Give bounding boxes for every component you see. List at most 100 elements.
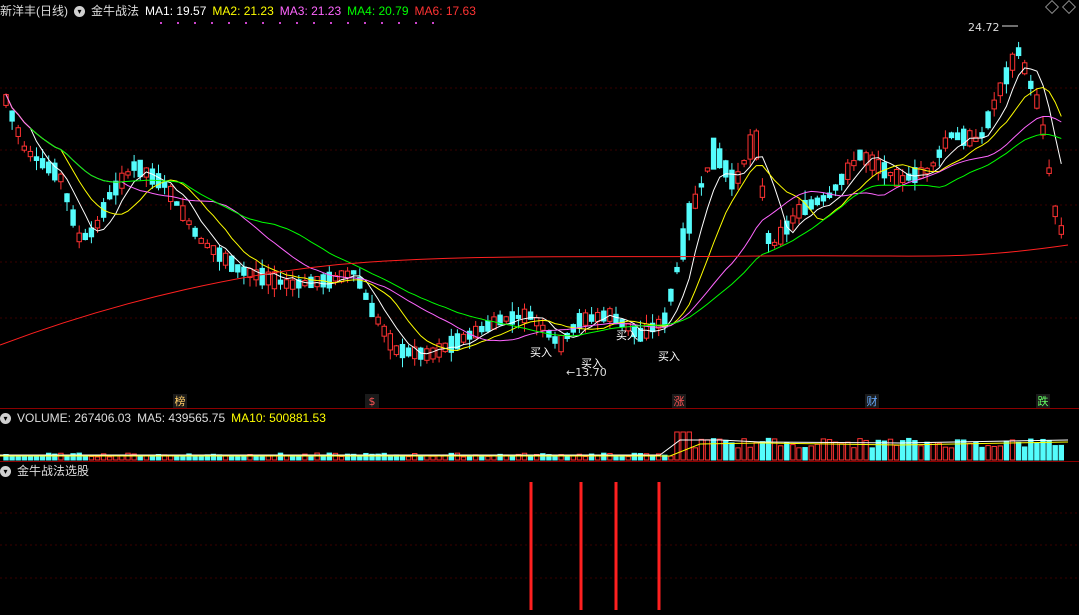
volume-bar [704, 439, 711, 461]
candle-body [64, 193, 70, 203]
ma2-line [5, 86, 1062, 352]
volume-bar [808, 445, 814, 461]
candle-body [857, 149, 863, 161]
volume-bar [832, 441, 839, 461]
buy-signal-label: 买入 [530, 346, 552, 359]
volume-bar [94, 456, 101, 461]
volume-bar [1052, 445, 1058, 461]
candle-body [997, 82, 1003, 97]
candle-body [771, 241, 778, 246]
candle-body [9, 110, 15, 122]
top-marker [228, 22, 230, 24]
volume-bar [509, 455, 516, 461]
panel-separator [0, 461, 1079, 462]
candle-body [198, 237, 204, 244]
top-marker [432, 22, 434, 24]
top-marker [313, 22, 315, 24]
top-marker [296, 22, 298, 24]
buy-signal-bar [579, 482, 583, 610]
candle-body [381, 325, 387, 337]
volume-bar [460, 456, 467, 461]
volume-bar [412, 453, 418, 461]
volume-bar [692, 447, 698, 461]
volume-bar [485, 455, 491, 461]
signal-panel-title: 金牛战法选股 [17, 464, 90, 478]
candle-body [222, 252, 229, 266]
volume-bar [290, 455, 296, 461]
ma1-line [5, 67, 1062, 355]
candle-body [839, 173, 845, 185]
candle-body [814, 197, 820, 206]
volume-bar [21, 455, 28, 461]
candle-body [680, 228, 686, 260]
volume-bar [454, 452, 461, 461]
candle-body [308, 276, 314, 289]
candle-body [314, 276, 320, 288]
candle-body [491, 316, 497, 330]
candle-body [466, 330, 473, 340]
volume-bar [778, 445, 784, 461]
volume-bar [839, 443, 845, 461]
volume-ma5-label: MA5: 439565.75 [137, 411, 226, 425]
volume-bar [1003, 440, 1010, 461]
candle-body [277, 279, 284, 285]
candle-body [893, 168, 900, 187]
candle-body [979, 132, 985, 138]
candle-body [424, 348, 430, 361]
candle-body [552, 336, 558, 344]
volume-bar [259, 456, 265, 461]
volume-bar [1034, 442, 1040, 461]
candle-body [741, 160, 747, 165]
candle-body [765, 233, 772, 244]
signal-menu-icon[interactable]: ▾ [0, 465, 11, 477]
candle-body [186, 220, 192, 226]
volume-bar [326, 452, 333, 461]
ma6-line [0, 244, 1069, 346]
ma4-line [30, 127, 1062, 337]
candle-body [887, 172, 894, 177]
top-marker [160, 22, 162, 24]
volume-bar [637, 453, 644, 461]
volume-bar [607, 452, 613, 461]
buy-signal-label: 买入 [616, 329, 638, 342]
event-marker: 财 [867, 394, 878, 408]
volume-bar [802, 447, 808, 461]
candle-body [430, 347, 436, 360]
candle-body [900, 175, 906, 184]
candle-body [15, 127, 21, 137]
buy-signal-label: 买入 [658, 350, 680, 363]
volume-menu-icon[interactable]: ▾ [0, 412, 11, 424]
candle-body [58, 173, 64, 183]
candle-body [991, 99, 997, 110]
volume-bar [552, 456, 558, 461]
candle-body [88, 227, 95, 238]
candle-body [1052, 205, 1058, 218]
candle-body [1034, 94, 1040, 109]
volume-bar [997, 445, 1003, 461]
volume-bar [137, 456, 143, 461]
candle-body [131, 161, 137, 171]
candle-body [674, 266, 680, 273]
candle-body [686, 203, 692, 234]
candle-body [753, 130, 759, 160]
volume-bar [686, 431, 692, 461]
volume-bar [241, 455, 247, 461]
volume-bar [936, 442, 942, 461]
candle-body [363, 292, 369, 300]
candle-body [241, 266, 247, 276]
candle-body [39, 158, 46, 169]
volume-bar [107, 456, 113, 461]
candle-body [521, 308, 528, 324]
volume-bar [863, 439, 869, 461]
volume-bar [405, 456, 412, 461]
volume-bar [979, 446, 985, 461]
candle-body [1046, 167, 1052, 174]
candle-body [582, 312, 589, 326]
volume-bar [942, 446, 949, 461]
volume-bar [88, 456, 95, 461]
candle-body [46, 161, 52, 174]
top-marker [330, 22, 332, 24]
volume-bar [893, 444, 900, 461]
candlestick-chart[interactable]: 24.72←13.70买入买入买入买入榜 $ 涨财跌 [0, 0, 1079, 615]
candle-body [351, 270, 357, 275]
